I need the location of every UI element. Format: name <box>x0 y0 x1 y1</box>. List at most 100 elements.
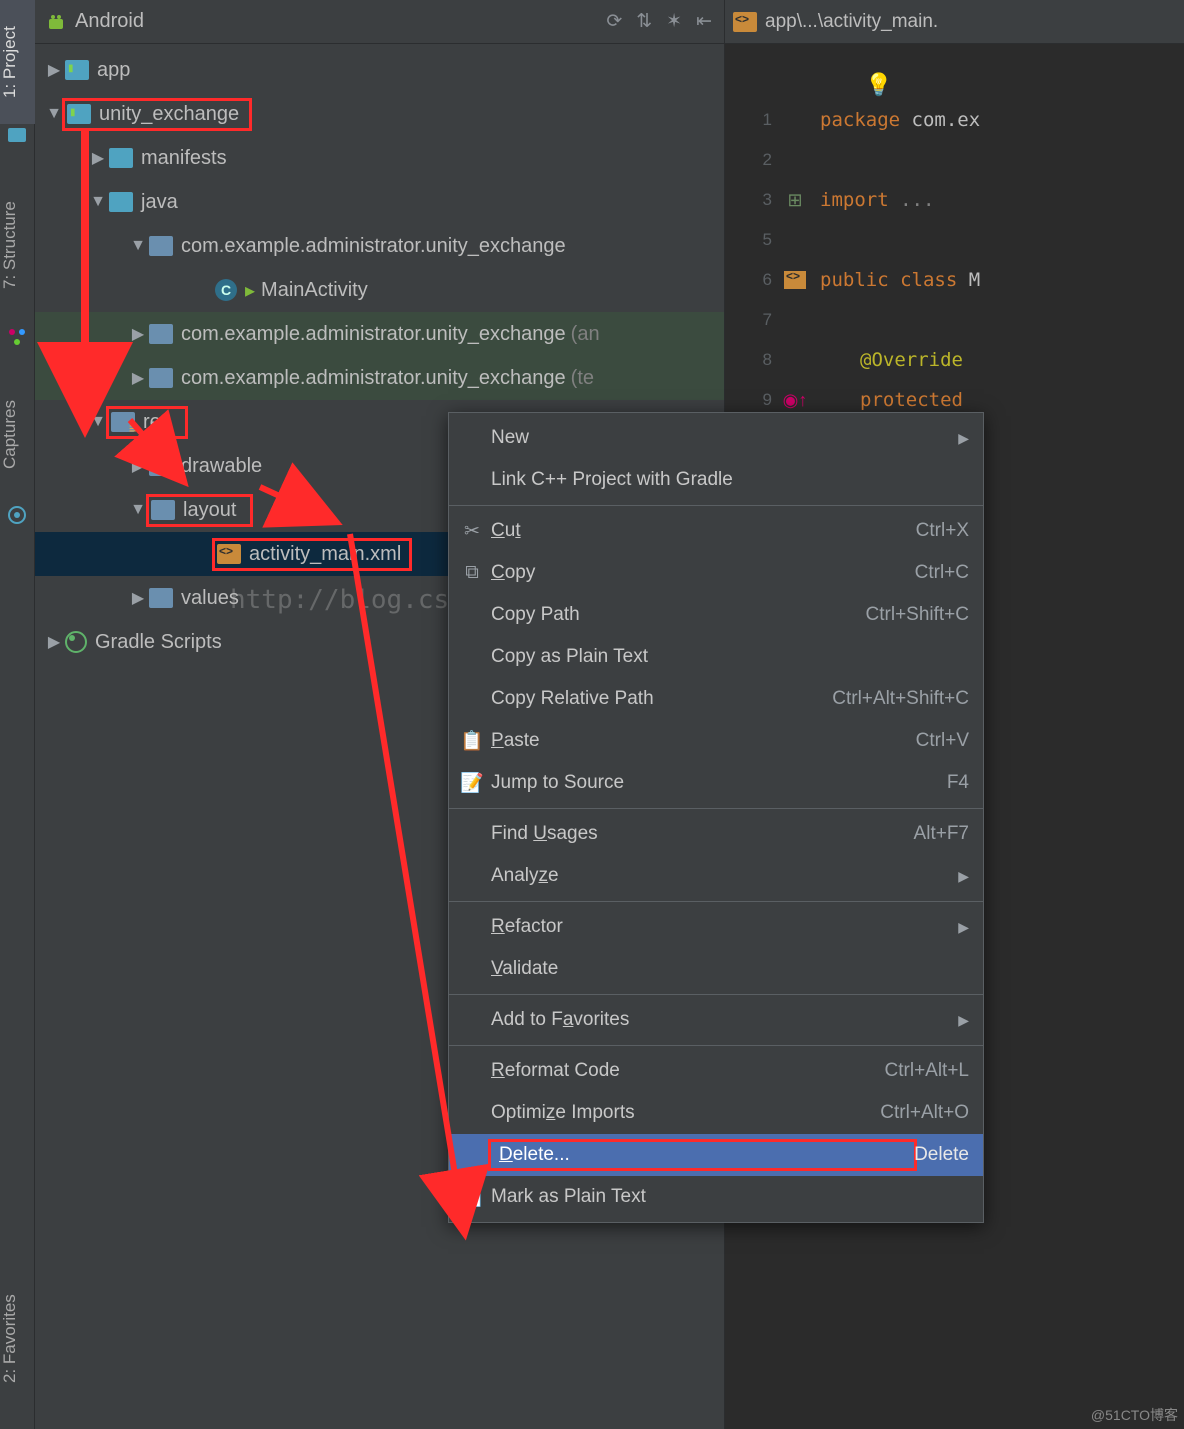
module-icon <box>67 104 91 124</box>
code-token: protected <box>860 389 963 411</box>
editor-tab[interactable]: app\...\activity_main. <box>725 0 1184 44</box>
line-number: 6 <box>725 260 780 300</box>
xml-file-icon <box>733 12 757 32</box>
menu-validate[interactable]: Validate <box>449 948 983 990</box>
project-panel-header: Android ⟳ ⇅ ✶ ⇤ <box>35 0 724 44</box>
paste-icon: 📋 <box>459 729 485 753</box>
cut-icon: ✂ <box>459 520 485 543</box>
android-icon <box>45 11 67 33</box>
menu-paste[interactable]: 📋PasteCtrl+V <box>449 720 983 762</box>
line-number: 7 <box>725 300 780 340</box>
project-toolwindow-tab[interactable]: 1: Project <box>0 0 35 124</box>
package-icon <box>149 368 173 388</box>
menu-copy-path[interactable]: Copy PathCtrl+Shift+C <box>449 594 983 636</box>
menu-analyze[interactable]: Analyze <box>449 855 983 897</box>
expand-icon[interactable] <box>127 368 149 388</box>
expand-icon[interactable] <box>43 105 65 123</box>
plain-icon: 📄 <box>459 1185 485 1209</box>
tree-node-package-test-an[interactable]: com.example.administrator.unity_exchange… <box>35 312 724 356</box>
menu-optimize-imports[interactable]: Optimize ImportsCtrl+Alt+O <box>449 1092 983 1134</box>
package-icon <box>149 236 173 256</box>
expand-icon[interactable] <box>127 501 149 519</box>
gradle-icon <box>65 631 87 653</box>
menu-jump-source[interactable]: 📝Jump to SourceF4 <box>449 762 983 804</box>
node-label: activity_main.xml <box>249 543 401 566</box>
node-label: MainActivity <box>261 279 368 302</box>
node-label: layout <box>183 499 236 522</box>
code-area[interactable]: package com.ex import ... public class M… <box>780 100 1184 420</box>
structure-icon <box>6 326 28 348</box>
expand-icon[interactable] <box>43 60 65 80</box>
expand-icon[interactable] <box>127 324 149 344</box>
menu-cut[interactable]: ✂CutCtrl+X <box>449 510 983 552</box>
code-token: public class <box>820 269 969 291</box>
code-token: import <box>820 189 900 211</box>
line-number: 2 <box>725 140 780 180</box>
expand-icon[interactable] <box>127 237 149 255</box>
tree-node-package-test-te[interactable]: com.example.administrator.unity_exchange… <box>35 356 724 400</box>
menu-link-cpp[interactable]: Link C++ Project with Gradle <box>449 459 983 501</box>
node-label: app <box>97 59 130 82</box>
menu-mark-plain[interactable]: 📄Mark as Plain Text <box>449 1176 983 1218</box>
package-icon <box>149 324 173 344</box>
tree-node-unity-exchange[interactable]: unity_exchange <box>35 92 724 136</box>
code-token: @Override <box>860 349 963 371</box>
tool-window-strip: 1: Project 7: Structure Captures 2: Favo… <box>0 0 35 1429</box>
node-label: unity_exchange <box>99 103 239 126</box>
line-number: 3 <box>725 180 780 220</box>
menu-delete[interactable]: Delete...Delete <box>449 1134 983 1176</box>
expand-icon[interactable] <box>43 632 65 652</box>
menu-copy-relative[interactable]: Copy Relative PathCtrl+Alt+Shift+C <box>449 678 983 720</box>
menu-refactor[interactable]: Refactor <box>449 906 983 948</box>
node-label: res <box>143 411 171 434</box>
folder-icon <box>151 500 175 520</box>
code-token: com.ex <box>912 109 981 131</box>
structure-toolwindow-tab[interactable]: 7: Structure <box>0 170 35 320</box>
code-token: ... <box>900 189 934 211</box>
line-number: 5 <box>725 220 780 260</box>
tree-node-package-main[interactable]: com.example.administrator.unity_exchange <box>35 224 724 268</box>
captures-toolwindow-tab[interactable]: Captures <box>0 370 35 500</box>
expand-icon[interactable] <box>87 148 109 168</box>
menu-new[interactable]: New <box>449 417 983 459</box>
menu-copy-plain[interactable]: Copy as Plain Text <box>449 636 983 678</box>
context-menu: New Link C++ Project with Gradle ✂CutCtr… <box>448 412 984 1223</box>
menu-separator <box>449 1045 983 1046</box>
scroll-from-source-icon[interactable]: ⟳ <box>606 10 622 33</box>
tree-node-main-activity[interactable]: C ▸ MainActivity <box>35 268 724 312</box>
line-gutter: 1 2 3 5 6 7 8 9 <box>725 100 780 420</box>
project-icon <box>6 124 28 146</box>
favorites-toolwindow-tab[interactable]: 2: Favorites <box>0 1259 35 1419</box>
panel-tools: ⟳ ⇅ ✶ ⇤ <box>606 10 724 33</box>
menu-separator <box>449 994 983 995</box>
expand-icon[interactable] <box>87 193 109 211</box>
code-token: package <box>820 109 912 131</box>
folder-icon <box>111 412 135 432</box>
menu-reformat[interactable]: Reformat CodeCtrl+Alt+L <box>449 1050 983 1092</box>
node-label: values <box>181 587 239 610</box>
node-label: com.example.administrator.unity_exchange <box>181 235 566 258</box>
node-label: java <box>141 191 178 214</box>
collapse-all-icon[interactable]: ⇅ <box>636 10 652 33</box>
line-number: 1 <box>725 100 780 140</box>
tree-node-app[interactable]: app <box>35 48 724 92</box>
expand-icon[interactable] <box>127 456 149 476</box>
menu-separator <box>449 901 983 902</box>
copy-icon: ⧉ <box>459 562 485 584</box>
expand-icon[interactable] <box>87 413 109 431</box>
tree-node-java[interactable]: java <box>35 180 724 224</box>
intention-bulb-icon[interactable]: 💡 <box>865 72 892 98</box>
hide-panel-icon[interactable]: ⇤ <box>696 10 712 33</box>
menu-copy[interactable]: ⧉CopyCtrl+C <box>449 552 983 594</box>
settings-icon[interactable]: ✶ <box>666 10 682 33</box>
menu-find-usages[interactable]: Find UsagesAlt+F7 <box>449 813 983 855</box>
project-view-selector[interactable]: Android <box>75 10 606 33</box>
folder-icon <box>149 456 173 476</box>
class-icon: C <box>215 279 237 301</box>
menu-add-favorites[interactable]: Add to Favorites <box>449 999 983 1041</box>
tree-node-manifests[interactable]: manifests <box>35 136 724 180</box>
node-label: manifests <box>141 147 227 170</box>
code-token: M <box>969 269 980 291</box>
run-icon: ▸ <box>245 278 255 303</box>
expand-icon[interactable] <box>127 588 149 608</box>
